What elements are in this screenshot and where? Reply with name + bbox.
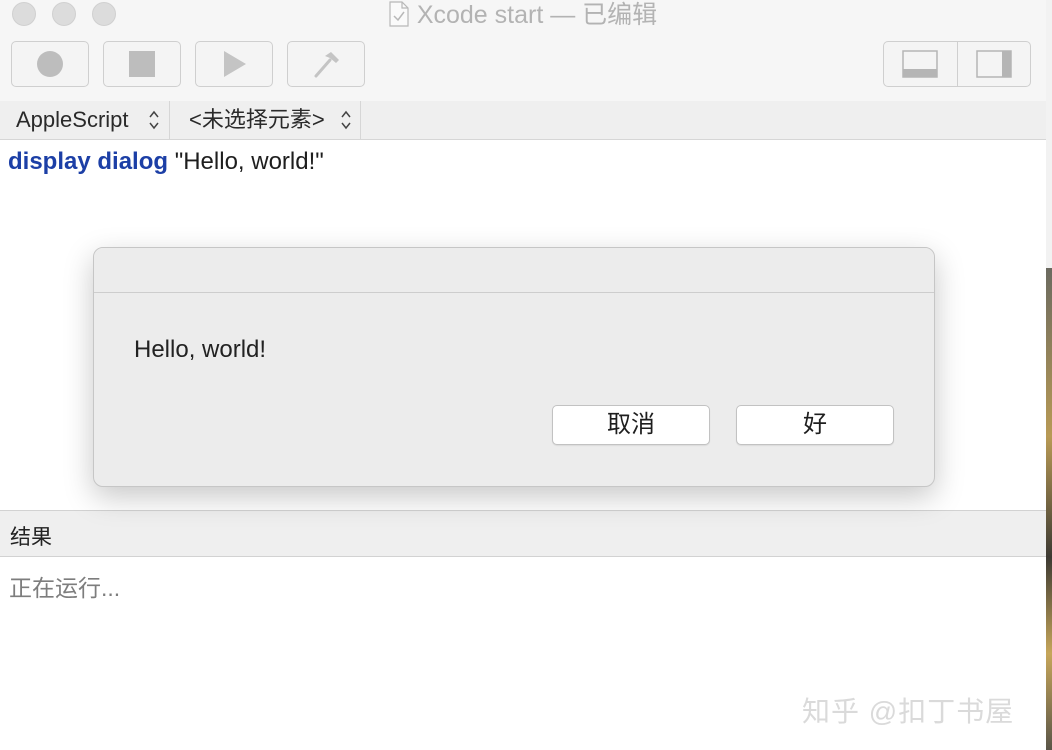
record-button[interactable]	[11, 41, 89, 87]
compile-button[interactable]	[287, 41, 365, 87]
updown-chevron-icon	[341, 110, 351, 130]
language-label: AppleScript	[16, 107, 129, 132]
dialog-message: Hello, world!	[134, 336, 267, 363]
ok-button[interactable]: 好	[736, 405, 894, 445]
hammer-icon	[314, 52, 339, 78]
side-panel-toggle[interactable]	[956, 42, 1031, 86]
record-icon	[37, 51, 63, 77]
window-title-area: Xcode start — 已编辑	[0, 0, 1046, 30]
results-title: 结果	[10, 526, 52, 549]
navigator-bar: AppleScript <未选择元素>	[0, 101, 1046, 140]
desktop-background	[1046, 268, 1052, 750]
title-bar: Xcode start — 已编辑	[0, 0, 1046, 102]
code-string: "Hello, world!"	[174, 148, 324, 175]
alert-dialog: Hello, world! 取消 好	[93, 247, 935, 487]
run-button[interactable]	[195, 41, 273, 87]
desktop-edge	[1046, 0, 1052, 750]
script-editor-window: Xcode start — 已编辑 AppleScript <未选择元素> di…	[0, 0, 1046, 750]
watermark: 知乎 @扣丁书屋	[802, 696, 1015, 727]
language-popup[interactable]: AppleScript	[0, 101, 170, 139]
stop-button[interactable]	[103, 41, 181, 87]
results-status: 正在运行...	[9, 575, 121, 601]
play-icon	[224, 51, 246, 77]
results-header: 结果	[0, 510, 1046, 557]
document-icon	[389, 1, 409, 27]
view-toggle-group	[883, 41, 1031, 87]
updown-chevron-icon	[149, 110, 159, 130]
cancel-button[interactable]: 取消	[552, 405, 710, 445]
side-panel-icon	[976, 50, 1012, 78]
stop-icon	[129, 51, 155, 77]
dialog-title-bar	[94, 248, 934, 293]
window-title: Xcode start — 已编辑	[416, 1, 658, 29]
code-line: display dialog "Hello, world!"	[8, 148, 324, 176]
element-popup[interactable]: <未选择元素>	[170, 101, 361, 139]
bottom-panel-toggle[interactable]	[884, 42, 957, 86]
element-label: <未选择元素>	[189, 107, 325, 132]
code-keyword: display dialog	[8, 148, 169, 175]
bottom-panel-icon	[902, 50, 938, 78]
